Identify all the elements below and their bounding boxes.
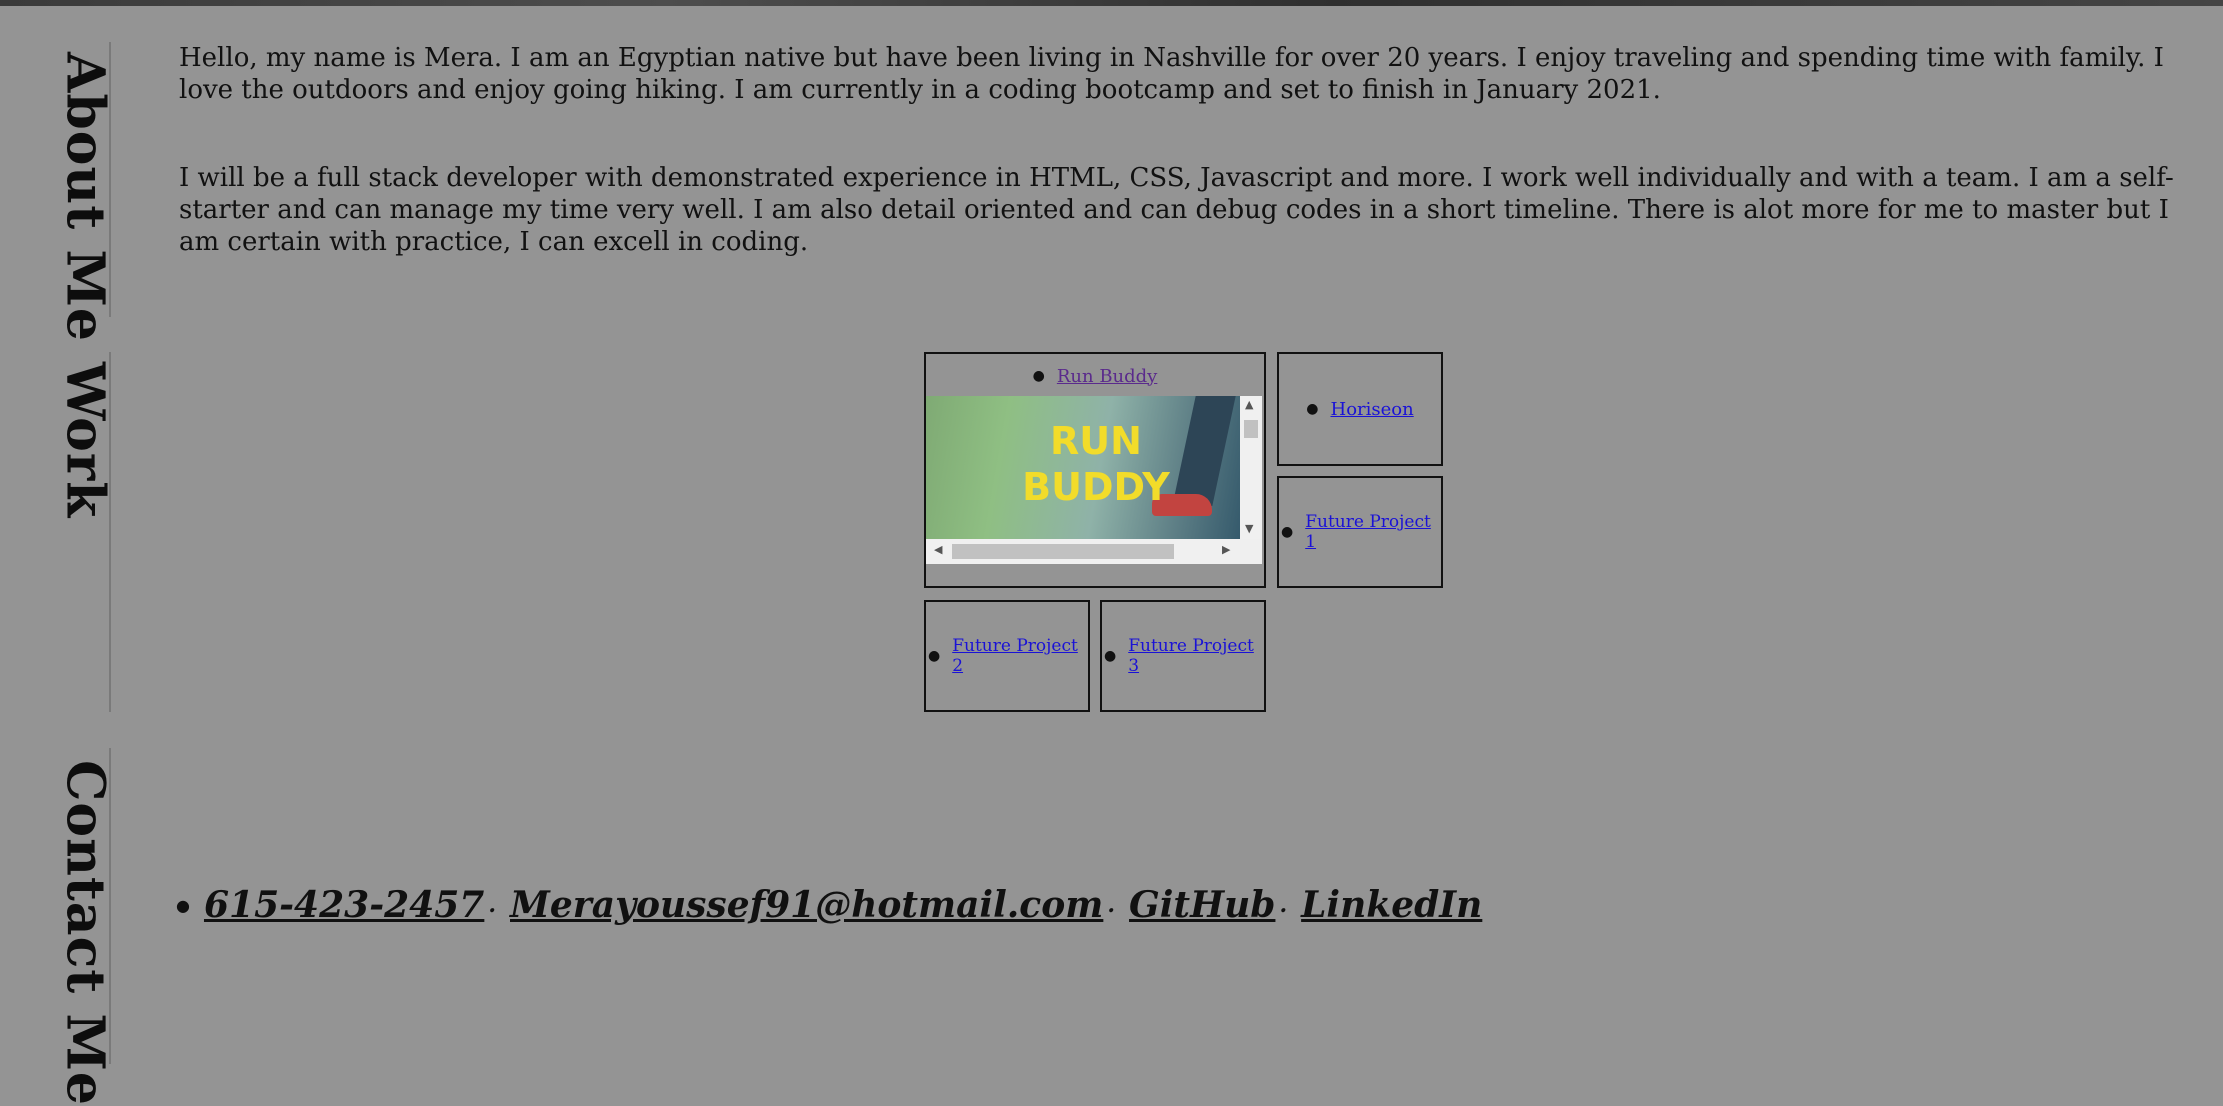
github-link[interactable]: GitHub <box>1129 884 1275 926</box>
separator-dot: . <box>1279 892 1288 918</box>
about-divider <box>109 42 111 317</box>
project-list: ● Future Project 1 <box>1279 478 1441 586</box>
list-item: ● Horiseon <box>1279 354 1441 464</box>
future-project-2-link[interactable]: Future Project 2 <box>952 636 1088 676</box>
contact-list: ● 615-423-2457 . Merayoussef91@hotmail.c… <box>176 884 1482 926</box>
contact-heading: Contact Me <box>54 760 116 1106</box>
phone-link[interactable]: 615-423-2457 <box>204 884 484 926</box>
email-link[interactable]: Merayoussef91@hotmail.com <box>510 884 1103 926</box>
bullet: ● <box>1032 368 1045 384</box>
about-heading-wrap: About Me <box>45 52 125 342</box>
run-buddy-image[interactable]: RUN BUDDY <box>926 396 1240 539</box>
horizontal-scrollbar[interactable]: ◀ ▶ <box>926 539 1240 564</box>
scroll-right-arrow-icon[interactable]: ▶ <box>1222 543 1230 556</box>
horiseon-link[interactable]: Horiseon <box>1331 399 1414 420</box>
about-paragraph-1: Hello, my name is Mera. I am an Egyptian… <box>179 43 2164 105</box>
project-card-future-1: ● Future Project 1 <box>1277 476 1443 588</box>
bullet: ● <box>176 895 190 915</box>
contact-heading-wrap: Contact Me <box>45 760 125 1106</box>
list-item: ● Run Buddy <box>926 354 1264 396</box>
bullet: ● <box>1281 524 1294 540</box>
bullet: ● <box>1104 648 1117 664</box>
project-card-future-3: ● Future Project 3 <box>1100 600 1266 712</box>
header-image-strip <box>0 0 2223 6</box>
project-card-future-2: ● Future Project 2 <box>924 600 1090 712</box>
bullet: ● <box>1306 401 1319 417</box>
contact-divider <box>109 748 111 1064</box>
project-card-horiseon: ● Horiseon <box>1277 352 1443 466</box>
scroll-left-arrow-icon[interactable]: ◀ <box>934 543 942 556</box>
project-card-run-buddy: ● Run Buddy RUN BUDDY ▲ ▼ ◀ ▶ <box>924 352 1266 588</box>
about-paragraph-2: I will be a full stack developer with de… <box>179 163 2174 257</box>
vertical-scroll-thumb[interactable] <box>1244 420 1258 438</box>
scroll-up-arrow-icon[interactable]: ▲ <box>1245 398 1253 411</box>
vertical-scrollbar[interactable]: ▲ ▼ <box>1240 396 1262 539</box>
list-item: ● Future Project 1 <box>1279 478 1441 586</box>
list-item: ● Future Project 3 <box>1102 602 1264 710</box>
project-list: ● Horiseon <box>1279 354 1441 464</box>
work-heading: Work <box>54 362 116 519</box>
linkedin-link[interactable]: LinkedIn <box>1301 884 1482 926</box>
about-content: Hello, my name is Mera. I am an Egyptian… <box>179 42 2199 314</box>
project-list: ● Future Project 3 <box>1102 602 1264 710</box>
work-heading-wrap: Work <box>45 362 125 518</box>
horizontal-scroll-thumb[interactable] <box>952 544 1174 559</box>
scroll-down-arrow-icon[interactable]: ▼ <box>1245 522 1253 535</box>
separator-dot: . <box>1107 892 1116 918</box>
run-buddy-image-title: RUN BUDDY <box>996 418 1196 510</box>
work-divider <box>109 352 111 712</box>
future-project-1-link[interactable]: Future Project 1 <box>1305 512 1441 552</box>
future-project-3-link[interactable]: Future Project 3 <box>1128 636 1264 676</box>
project-list: ● Run Buddy <box>926 354 1264 396</box>
image-title-line-2: BUDDY <box>1022 465 1170 509</box>
separator-dot: . <box>488 892 497 918</box>
about-heading: About Me <box>54 52 116 342</box>
list-item: ● Future Project 2 <box>926 602 1088 710</box>
run-buddy-preview-frame[interactable]: RUN BUDDY ▲ ▼ ◀ ▶ <box>926 396 1262 564</box>
image-title-line-1: RUN <box>1050 419 1142 463</box>
bullet: ● <box>928 648 941 664</box>
run-buddy-link[interactable]: Run Buddy <box>1057 366 1158 387</box>
project-list: ● Future Project 2 <box>926 602 1088 710</box>
